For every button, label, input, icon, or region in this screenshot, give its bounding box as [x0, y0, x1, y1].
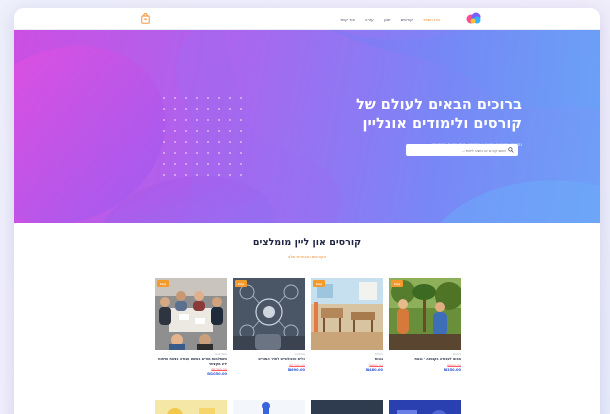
recommended-courses-title: קורסים און ליין מומלצים [252, 237, 362, 248]
course-image[interactable]: קורס [155, 278, 227, 350]
course-image[interactable]: קורס [233, 278, 305, 350]
course-price: ₪350.00 [443, 367, 461, 372]
course-price: ₪1050.00 [207, 372, 227, 377]
course-price: ₪690.00 [287, 367, 305, 372]
course-title[interactable]: גננות [311, 357, 383, 362]
site-logo-icon[interactable] [466, 12, 482, 25]
nav-item-help[interactable]: עזרה [365, 17, 374, 22]
course-card[interactable]: קורס השתלמויות השתלמות מורים בנושא עבודה… [155, 278, 227, 376]
course-card[interactable]: קורס לימודים גננות ₪800.00 ₪480.00 [311, 278, 383, 372]
course-category: לימודים [374, 353, 383, 356]
course-card-partial[interactable] [233, 400, 305, 414]
course-category: השתלמויות [214, 353, 227, 356]
course-card[interactable]: קורס לימודים מבוא לעבודה בקבוצה - גננות … [389, 278, 461, 372]
course-badge: קורס [157, 280, 169, 287]
course-title[interactable]: כלים טכנולוגיים לחדר המורים [233, 357, 305, 362]
course-badge: קורס [313, 280, 325, 287]
shopping-bag-icon[interactable] [141, 13, 150, 24]
nav-item-courses[interactable]: קורסים [401, 17, 413, 22]
course-badge: קורס [235, 280, 247, 287]
course-category: לימודים [452, 353, 461, 356]
search-icon[interactable] [508, 147, 514, 153]
course-card-partial[interactable] [311, 400, 383, 414]
nav-item-school[interactable]: בית הספר [423, 17, 440, 22]
hero-title: ברוכים הבאים לעולם של קורסים ולימודים או… [355, 97, 522, 132]
course-card-partial[interactable] [155, 400, 227, 414]
hero-banner: ברוכים הבאים לעולם של קורסים ולימודים או… [14, 30, 600, 223]
course-price: ₪480.00 [365, 367, 383, 372]
course-search-input[interactable] [406, 144, 518, 156]
nav-item-content[interactable]: תוכן [384, 17, 391, 22]
course-card-partial[interactable] [389, 400, 461, 414]
main-nav: בית הספר קורסים תוכן עזרה צור קשר [340, 8, 440, 30]
course-card[interactable]: קורס טכנולוגיה כלים טכנולוגיים לחדר המור… [233, 278, 305, 372]
course-category: טכנולוגיה [294, 353, 305, 356]
course-image[interactable]: קורס [311, 278, 383, 350]
course-image[interactable]: קורס [389, 278, 461, 350]
browser-frame: בית הספר קורסים תוכן עזרה צור קשר ברוכים… [14, 8, 600, 414]
course-badge: קורס [391, 280, 403, 287]
course-title[interactable]: מבוא לעבודה בקבוצה - גננות [389, 357, 461, 362]
site-header: בית הספר קורסים תוכן עזרה צור קשר [14, 8, 600, 30]
recommended-courses-subtitle: הקורסים הנבחרים שלנו [287, 254, 327, 259]
nav-item-contact[interactable]: צור קשר [340, 17, 355, 22]
course-title[interactable]: השתלמות מורים בנושא עבודה בצוות ופיתוח י… [155, 357, 227, 366]
